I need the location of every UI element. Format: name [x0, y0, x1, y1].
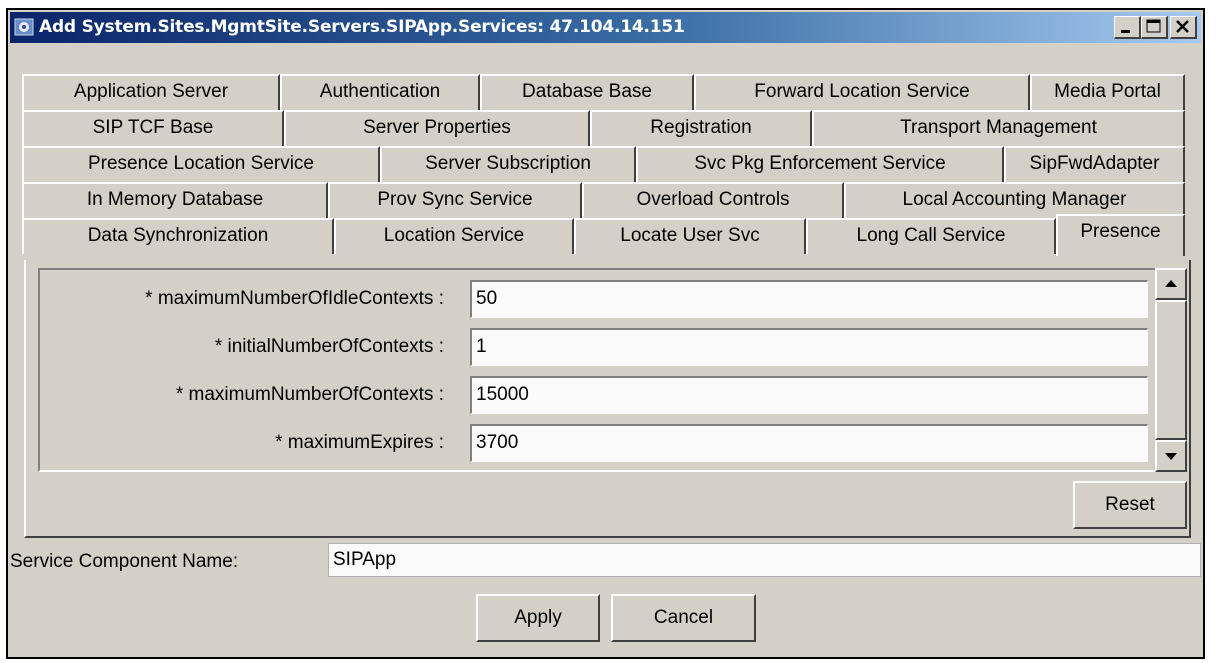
title-bar[interactable]: Add System.Sites.MgmtSite.Servers.SIPApp… [10, 12, 1201, 43]
input-max-expires[interactable]: 3700 [470, 424, 1148, 462]
tab-row-5: Data Synchronization Location Service Lo… [22, 214, 1189, 256]
label-max-expires: * maximumExpires : [275, 432, 444, 453]
service-component-label: Service Component Name: [10, 551, 239, 572]
tab-application-server[interactable]: Application Server [22, 74, 280, 110]
close-button[interactable] [1170, 16, 1197, 39]
input-initial-contexts[interactable]: 1 [470, 328, 1148, 366]
tab-row-3: Presence Location Service Server Subscri… [22, 146, 1189, 182]
minimize-icon [1121, 30, 1130, 33]
tab-prov-sync-service[interactable]: Prov Sync Service [328, 182, 582, 218]
scroll-up-button[interactable] [1155, 268, 1187, 300]
window-title: Add System.Sites.MgmtSite.Servers.SIPApp… [39, 17, 685, 37]
app-icon [14, 17, 34, 37]
label-max-contexts: * maximumNumberOfContexts : [175, 384, 444, 405]
tab-location-service[interactable]: Location Service [334, 218, 574, 254]
tab-row-1: Application Server Authentication Databa… [22, 74, 1189, 110]
tab-forward-location-service[interactable]: Forward Location Service [694, 74, 1030, 110]
cancel-button[interactable]: Cancel [611, 594, 756, 642]
tab-svc-pkg-enforcement-service[interactable]: Svc Pkg Enforcement Service [636, 146, 1004, 182]
tab-registration[interactable]: Registration [590, 110, 812, 146]
tab-row-4: In Memory Database Prov Sync Service Ove… [22, 182, 1189, 218]
tab-data-synchronization[interactable]: Data Synchronization [22, 218, 334, 254]
tab-row-2: SIP TCF Base Server Properties Registrat… [22, 110, 1189, 146]
label-initial-contexts: * initialNumberOfContexts : [214, 336, 444, 357]
tab-long-call-service[interactable]: Long Call Service [806, 218, 1056, 254]
tab-database-base[interactable]: Database Base [480, 74, 694, 110]
tab-server-subscription[interactable]: Server Subscription [380, 146, 636, 182]
input-max-contexts[interactable]: 15000 [470, 376, 1148, 414]
tab-transport-management[interactable]: Transport Management [812, 110, 1185, 146]
label-max-idle-contexts: * maximumNumberOfIdleContexts : [145, 288, 444, 309]
scroll-down-button[interactable] [1155, 440, 1187, 472]
maximize-button[interactable] [1141, 16, 1168, 39]
input-max-idle-contexts[interactable]: 50 [470, 280, 1148, 318]
tab-sipfwdadapter[interactable]: SipFwdAdapter [1004, 146, 1185, 182]
vertical-scrollbar[interactable] [1155, 268, 1187, 472]
close-icon [1176, 20, 1189, 33]
tab-media-portal[interactable]: Media Portal [1030, 74, 1185, 110]
presence-panel: * maximumNumberOfIdleContexts : 50 * ini… [24, 260, 1191, 538]
arrow-up-icon [1165, 280, 1177, 287]
tab-authentication[interactable]: Authentication [280, 74, 480, 110]
arrow-down-icon [1165, 453, 1177, 460]
fields-container: * maximumNumberOfIdleContexts : 50 * ini… [38, 268, 1165, 472]
tab-in-memory-database[interactable]: In Memory Database [22, 182, 328, 218]
maximize-icon [1146, 19, 1161, 33]
service-component-input[interactable]: SIPApp [328, 543, 1201, 577]
tab-overload-controls[interactable]: Overload Controls [582, 182, 844, 218]
tab-server-properties[interactable]: Server Properties [284, 110, 590, 146]
apply-button[interactable]: Apply [476, 594, 600, 642]
tab-presence-location-service[interactable]: Presence Location Service [22, 146, 380, 182]
reset-button[interactable]: Reset [1073, 481, 1187, 529]
dialog-window: Add System.Sites.MgmtSite.Servers.SIPApp… [6, 8, 1205, 659]
tab-sip-tcf-base[interactable]: SIP TCF Base [22, 110, 284, 146]
tab-local-accounting-manager[interactable]: Local Accounting Manager [844, 182, 1185, 218]
tab-locate-user-svc[interactable]: Locate User Svc [574, 218, 806, 254]
scroll-thumb[interactable] [1155, 300, 1187, 440]
tab-presence[interactable]: Presence [1056, 214, 1185, 256]
minimize-button[interactable] [1114, 16, 1141, 39]
